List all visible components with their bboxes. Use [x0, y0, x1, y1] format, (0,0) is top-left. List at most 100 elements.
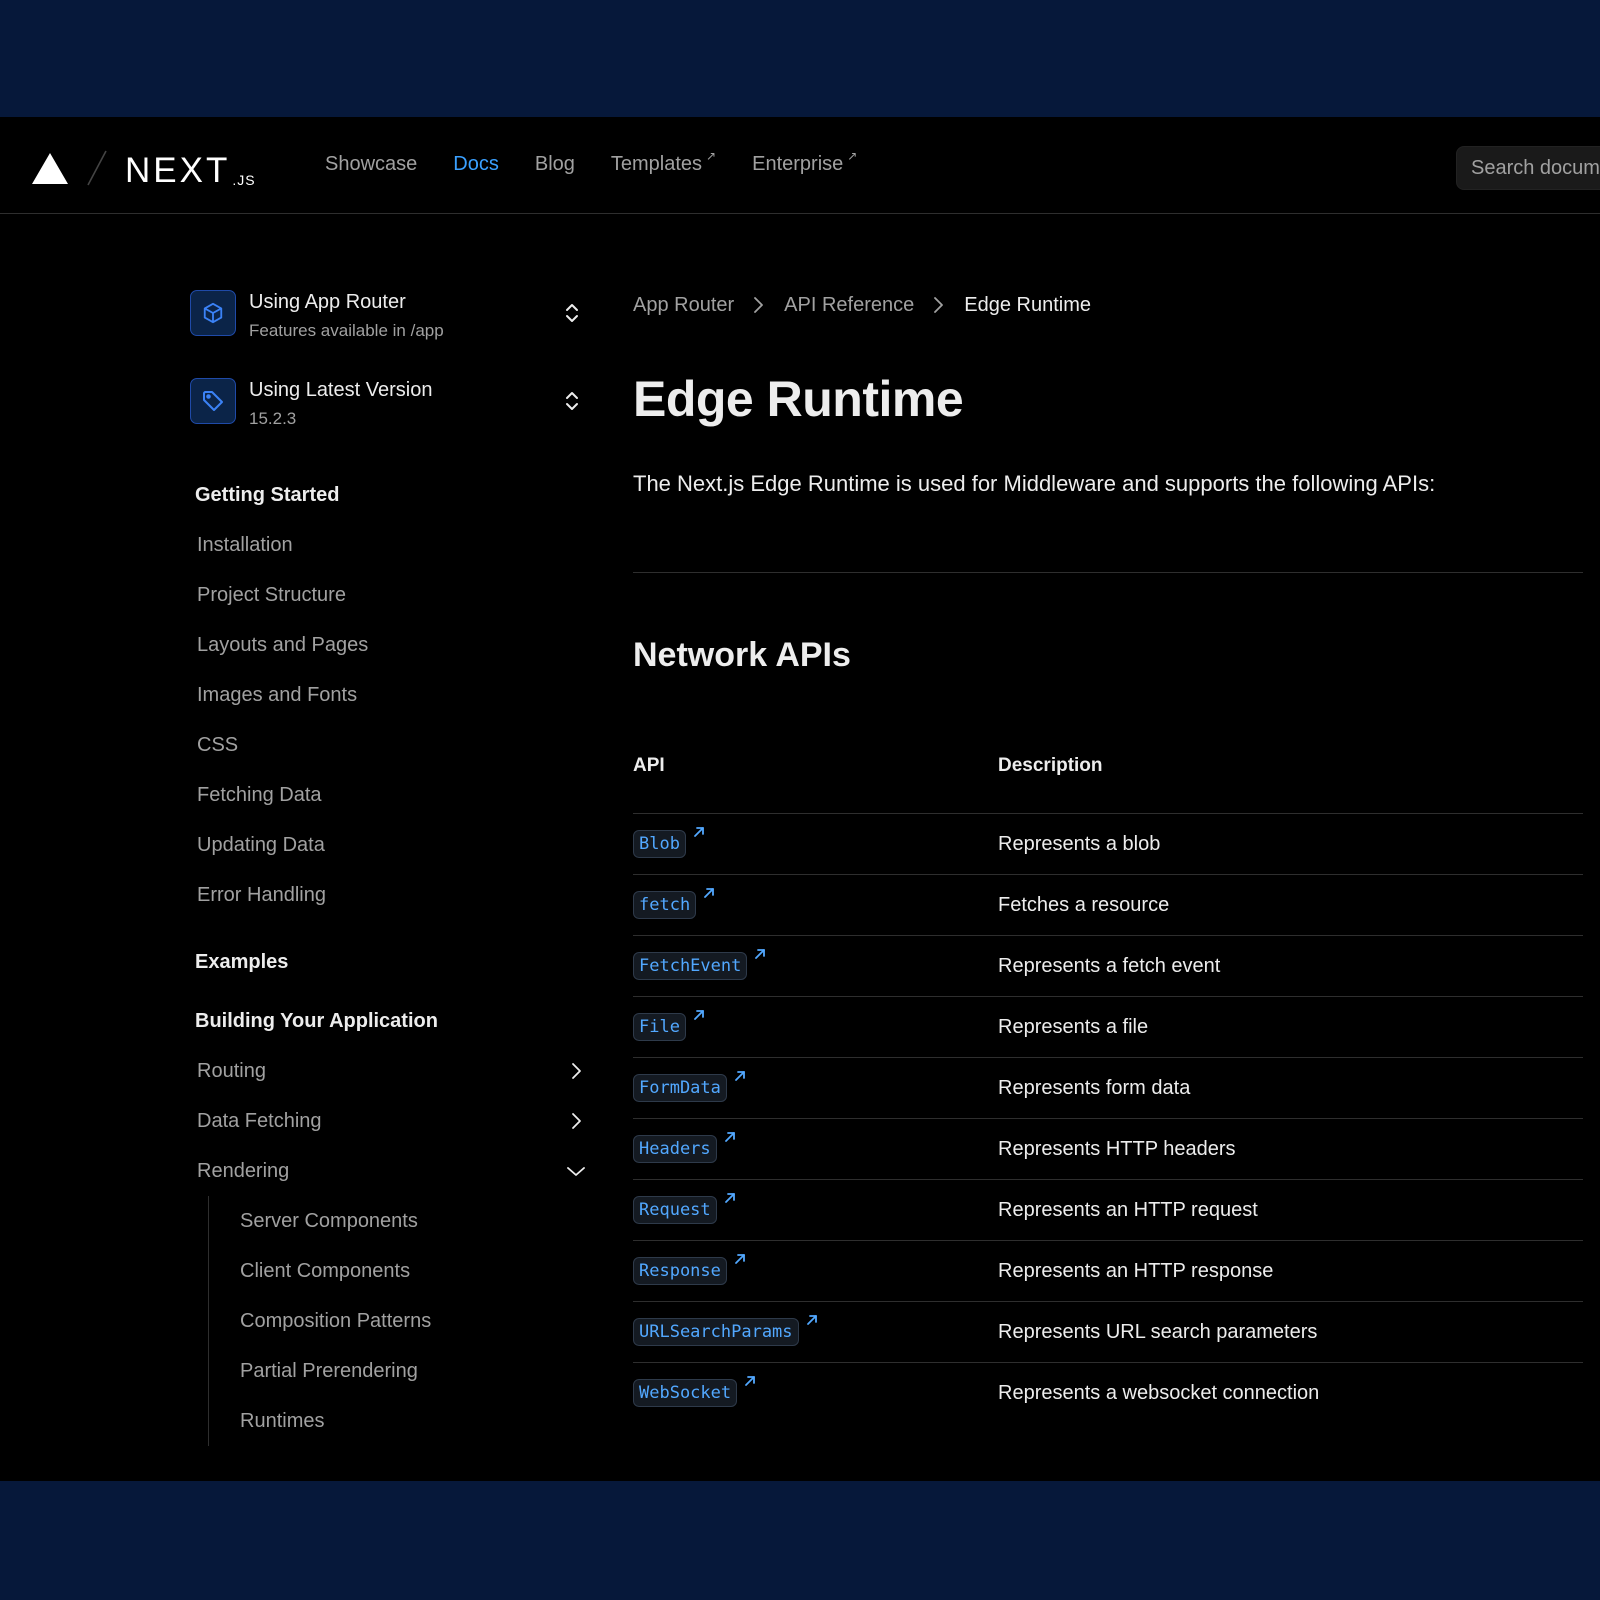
sidebar-item-data-fetching[interactable]: Data Fetching [197, 1096, 590, 1146]
external-link-icon [704, 888, 715, 898]
external-link-icon [755, 949, 766, 959]
brand-suffix: .JS [232, 172, 256, 188]
api-link[interactable]: FetchEvent [633, 949, 766, 980]
description-cell: Represents HTTP headers [998, 1118, 1583, 1180]
chevron-right-icon [572, 1113, 581, 1129]
network-apis-table: API Description Blob Represents a blob fet… [633, 755, 1583, 1423]
nav-enterprise[interactable]: Enterprise ↗ [752, 149, 857, 176]
sidebar-item-runtimes[interactable]: Runtimes [240, 1396, 590, 1446]
sidebar-item-installation[interactable]: Installation [197, 520, 590, 570]
divider [633, 572, 1583, 573]
breadcrumb-api-reference[interactable]: API Reference [784, 294, 914, 317]
nav-blog[interactable]: Blog [535, 153, 575, 176]
column-header-description: Description [998, 755, 1583, 814]
api-link[interactable]: fetch [633, 888, 715, 919]
table-row: Headers Represents HTTP headers [633, 1118, 1583, 1180]
docs-sidebar: Using App Router Features available in /… [190, 287, 590, 1446]
api-code: URLSearchParams [633, 1318, 799, 1346]
sidebar-item-routing[interactable]: Routing [197, 1046, 590, 1096]
api-link[interactable]: WebSocket [633, 1376, 756, 1407]
version-switcher[interactable]: Using Latest Version 15.2.3 [190, 375, 590, 431]
breadcrumb-current: Edge Runtime [964, 293, 1091, 316]
table-row: File Represents a file [633, 996, 1583, 1058]
sidebar-item-error-handling[interactable]: Error Handling [197, 870, 590, 920]
api-code: FetchEvent [633, 952, 748, 980]
sidebar-item-fetching-data[interactable]: Fetching Data [197, 770, 590, 820]
description-cell: Represents a fetch event [998, 935, 1583, 997]
chevron-right-icon [572, 1063, 581, 1079]
search-box[interactable] [1456, 146, 1600, 190]
api-code: fetch [633, 891, 697, 919]
search-input[interactable] [1469, 155, 1600, 181]
sidebar-item-updating-data[interactable]: Updating Data [197, 820, 590, 870]
api-code: WebSocket [633, 1379, 738, 1407]
api-code: FormData [633, 1074, 727, 1102]
sidebar-heading-getting-started[interactable]: Getting Started [195, 470, 590, 520]
table-row: WebSocket Represents a websocket connecti… [633, 1363, 1583, 1424]
chevron-up-down-icon [566, 304, 578, 322]
sidebar-heading-examples[interactable]: Examples [195, 937, 590, 987]
external-link-icon [724, 1132, 735, 1142]
chevron-down-icon [567, 1167, 585, 1176]
nextjs-logo[interactable]: NEXT .JS [125, 149, 256, 189]
top-navigation-bar: NEXT .JS Showcase Docs Blog Templates ↗ E… [0, 119, 1600, 214]
sidebar-item-client-components[interactable]: Client Components [240, 1246, 590, 1296]
nav-showcase[interactable]: Showcase [325, 153, 417, 176]
api-code: Response [633, 1257, 727, 1285]
api-link[interactable]: Blob [633, 827, 705, 858]
api-link[interactable]: File [633, 1010, 705, 1041]
table-row: Request Represents an HTTP request [633, 1179, 1583, 1241]
sidebar-item-composition-patterns[interactable]: Composition Patterns [240, 1296, 590, 1346]
sidebar-item-layouts-and-pages[interactable]: Layouts and Pages [197, 620, 590, 670]
chevron-up-down-icon [566, 392, 578, 410]
external-link-icon [694, 827, 704, 837]
api-cell: FetchEvent [633, 935, 998, 997]
api-cell: WebSocket [633, 1363, 998, 1424]
api-cell: Response [633, 1240, 998, 1302]
sidebar-item-server-components[interactable]: Server Components [240, 1196, 590, 1246]
api-link[interactable]: URLSearchParams [633, 1315, 818, 1346]
tag-icon [190, 378, 236, 424]
external-link-icon: ↗ [847, 149, 858, 163]
table-row: FetchEvent Represents a fetch event [633, 935, 1583, 997]
sidebar-item-project-structure[interactable]: Project Structure [197, 570, 590, 620]
api-code: Blob [633, 830, 686, 858]
api-code: Headers [633, 1135, 717, 1163]
rendering-sublist: Server Components Client Components Comp… [208, 1196, 590, 1446]
api-code: Request [633, 1196, 717, 1224]
api-cell: FormData [633, 1057, 998, 1119]
router-switcher[interactable]: Using App Router Features available in /… [190, 287, 590, 343]
nav-docs[interactable]: Docs [453, 153, 499, 176]
sidebar-item-images-and-fonts[interactable]: Images and Fonts [197, 670, 590, 720]
nav-templates[interactable]: Templates ↗ [611, 149, 716, 176]
main-content: App Router API Reference Edge Runtime Ed… [633, 287, 1583, 1423]
sidebar-item-css[interactable]: CSS [197, 720, 590, 770]
api-code: File [633, 1013, 686, 1041]
external-link-icon [745, 1376, 756, 1386]
description-cell: Represents an HTTP response [998, 1240, 1583, 1302]
column-header-api: API [633, 755, 998, 814]
sidebar-item-partial-prerendering[interactable]: Partial Prerendering [240, 1346, 590, 1396]
router-switcher-title: Using App Router [249, 291, 406, 313]
table-row: fetch Fetches a resource [633, 874, 1583, 936]
api-link[interactable]: Headers [633, 1132, 736, 1163]
api-link[interactable]: Request [633, 1193, 736, 1224]
sidebar-heading-building-your-application[interactable]: Building Your Application [195, 996, 590, 1046]
api-cell: Headers [633, 1118, 998, 1180]
sidebar-item-label: Rendering [197, 1160, 290, 1182]
api-cell: Blob [633, 813, 998, 875]
breadcrumb-app-router[interactable]: App Router [633, 294, 734, 317]
sidebar-item-rendering[interactable]: Rendering [197, 1146, 590, 1196]
api-cell: Request [633, 1179, 998, 1241]
table-row: Response Represents an HTTP response [633, 1240, 1583, 1302]
table-row: URLSearchParams Represents URL search par… [633, 1301, 1583, 1363]
api-link[interactable]: FormData [633, 1071, 746, 1102]
api-link[interactable]: Response [633, 1254, 746, 1285]
description-cell: Represents an HTTP request [998, 1179, 1583, 1241]
page-title: Edge Runtime [633, 371, 964, 427]
vercel-logo-icon[interactable] [30, 151, 70, 185]
description-cell: Represents a websocket connection [998, 1381, 1320, 1404]
external-link-icon [724, 1193, 735, 1203]
version-number: 15.2.3 [249, 409, 297, 428]
brand-wordmark: NEXT [125, 151, 231, 190]
